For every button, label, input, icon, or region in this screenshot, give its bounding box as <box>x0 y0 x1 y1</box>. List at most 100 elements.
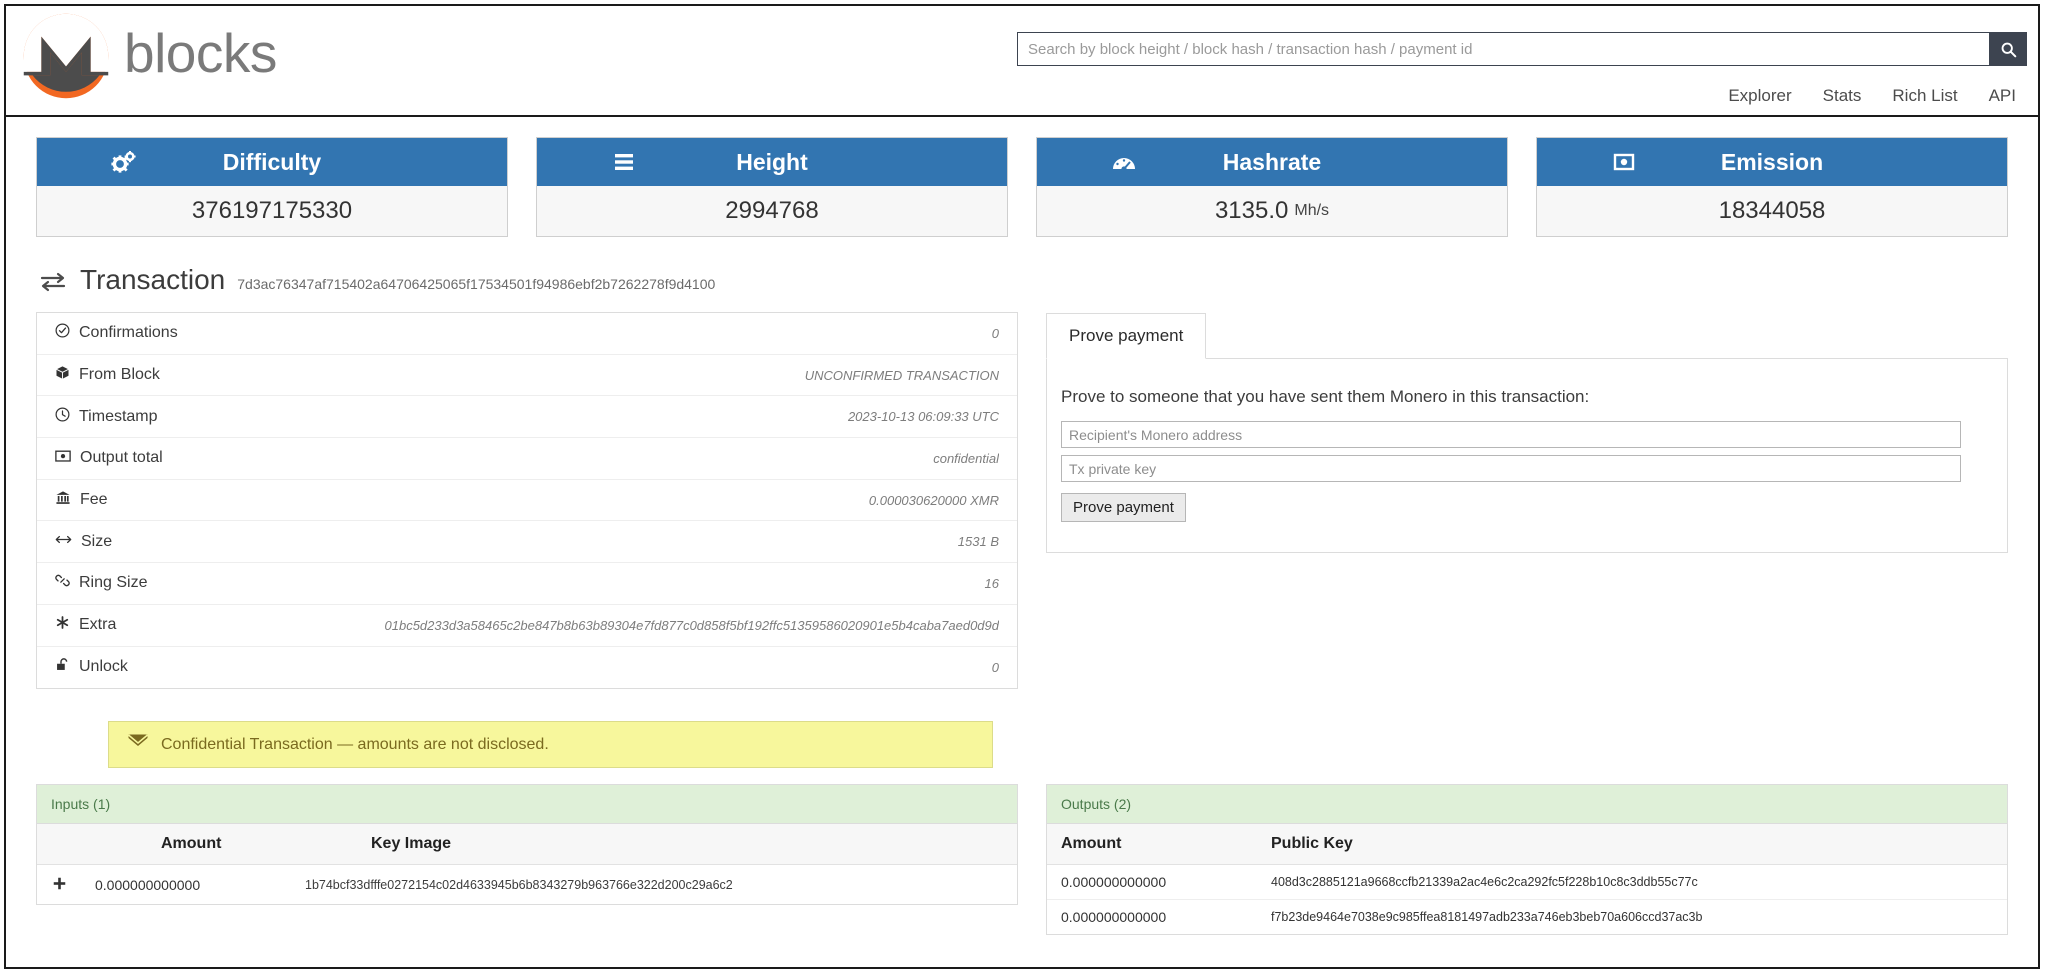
stat-body: 376197175330 <box>37 186 507 236</box>
detail-label: Ring Size <box>55 573 147 593</box>
stat-header: Emission <box>1537 138 2007 186</box>
stats-row: Difficulty 376197175330 Height <box>6 117 2038 237</box>
bank-icon <box>55 490 71 510</box>
monero-logo-icon <box>22 12 110 100</box>
tx-private-key-input[interactable] <box>1061 455 1961 482</box>
gears-icon <box>105 151 143 173</box>
stat-body: 18344058 <box>1537 186 2007 236</box>
detail-label: Timestamp <box>55 407 158 427</box>
stat-title: Height <box>643 149 901 176</box>
table-row[interactable]: 0.000000000000 f7b23de9464e7038e9c985ffe… <box>1047 900 2007 934</box>
detail-label-text: Ring Size <box>79 574 147 592</box>
detail-value: 0 <box>178 326 999 341</box>
recipient-address-input[interactable] <box>1061 421 1961 448</box>
transaction-hash: 7d3ac76347af715402a64706425065f17534501f… <box>237 276 715 292</box>
inputs-caption: Inputs (1) <box>37 785 1017 824</box>
stat-body: 3135.0 Mh/s <box>1037 186 1507 236</box>
inputs-column-key-image: Key Image <box>361 835 1017 853</box>
stat-body: 2994768 <box>537 186 1007 236</box>
page-frame: blocks Explorer Stats Rich List API <box>4 4 2040 969</box>
table-row[interactable]: 0.000000000000 1b74bcf33dfffe0272154c02d… <box>37 865 1017 904</box>
cube-icon <box>55 365 70 385</box>
stat-value: 2994768 <box>725 197 818 225</box>
detail-label-text: Extra <box>79 616 116 634</box>
plus-icon[interactable] <box>37 874 81 895</box>
prove-payment-button[interactable]: Prove payment <box>1061 493 1186 522</box>
detail-label: From Block <box>55 365 160 385</box>
detail-row-extra: Extra 01bc5d233d3a58465c2be847b8b63b8930… <box>37 605 1017 647</box>
nav-item-api[interactable]: API <box>1989 86 2016 106</box>
detail-value: 0 <box>128 660 999 675</box>
outputs-table: Outputs (2) Amount Public Key 0.00000000… <box>1046 784 2008 935</box>
detail-row-unlock: Unlock 0 <box>37 647 1017 689</box>
nav-item-stats[interactable]: Stats <box>1823 86 1862 106</box>
io-tables-row: Inputs (1) Amount Key Image 0.0000000000… <box>6 768 2038 935</box>
stat-card-difficulty: Difficulty 376197175330 <box>36 137 508 237</box>
detail-label-text: Unlock <box>79 658 128 676</box>
brand-logo-link[interactable]: blocks <box>22 12 277 100</box>
detail-row-confirmations: Confirmations 0 <box>37 313 1017 355</box>
envelope-icon <box>127 733 149 756</box>
clock-icon <box>55 407 70 427</box>
detail-label: Fee <box>55 490 108 510</box>
search-button[interactable] <box>1989 32 2027 66</box>
output-public-key: f7b23de9464e7038e9c985ffea8181497adb233a… <box>1261 910 2007 924</box>
input-amount: 0.000000000000 <box>81 877 295 893</box>
input-key-image: 1b74bcf33dfffe0272154c02d4633945b6b83432… <box>295 878 1017 892</box>
stat-card-hashrate: Hashrate 3135.0 Mh/s <box>1036 137 1508 237</box>
stat-header: Difficulty <box>37 138 507 186</box>
detail-label-text: Output total <box>80 449 163 467</box>
detail-label-text: From Block <box>79 366 160 384</box>
search-icon <box>2000 41 2017 58</box>
stat-value: 3135.0 <box>1215 197 1288 225</box>
detail-value: 1531 B <box>112 534 999 549</box>
prove-payment-panel: Prove to someone that you have sent them… <box>1046 359 2008 553</box>
stat-card-emission: Emission 18344058 <box>1536 137 2008 237</box>
stat-title: Hashrate <box>1143 149 1401 176</box>
nav-item-rich-list[interactable]: Rich List <box>1892 86 1957 106</box>
money-icon <box>1605 152 1643 172</box>
nav-item-explorer[interactable]: Explorer <box>1728 86 1791 106</box>
prove-payment-description: Prove to someone that you have sent them… <box>1061 387 1993 407</box>
stat-title: Emission <box>1643 149 1901 176</box>
stat-header: Height <box>537 138 1007 186</box>
detail-value: 0.000030620000 XMR <box>108 493 999 508</box>
search-input[interactable] <box>1017 32 1989 66</box>
main-nav: Explorer Stats Rich List API <box>1728 86 2016 106</box>
detail-value: UNCONFIRMED TRANSACTION <box>160 368 999 383</box>
main-content: Confirmations 0 From Block <box>6 312 2038 768</box>
tachometer-icon <box>1105 151 1143 173</box>
transaction-heading: Transaction 7d3ac76347af715402a647064250… <box>6 237 2038 312</box>
tab-prove-payment[interactable]: Prove payment <box>1046 313 1206 359</box>
asterisk-icon <box>55 615 70 635</box>
stat-value: 18344058 <box>1719 197 1826 225</box>
inputs-expand-header <box>37 835 81 853</box>
outputs-column: Outputs (2) Amount Public Key 0.00000000… <box>1046 784 2008 935</box>
detail-label: Confirmations <box>55 323 178 343</box>
detail-label: Output total <box>55 449 163 468</box>
outputs-caption: Outputs (2) <box>1047 785 2007 824</box>
prove-payment-column: Prove payment Prove to someone that you … <box>1046 312 2008 768</box>
unlock-icon <box>55 657 70 677</box>
detail-value: 2023-10-13 06:09:33 UTC <box>158 409 999 424</box>
detail-row-fee: Fee 0.000030620000 XMR <box>37 480 1017 522</box>
table-row[interactable]: 0.000000000000 408d3c2885121a9668ccfb213… <box>1047 865 2007 900</box>
alert-text: Confidential Transaction — amounts are n… <box>161 736 549 754</box>
bars-icon <box>605 152 643 172</box>
site-header: blocks Explorer Stats Rich List API <box>6 6 2038 117</box>
page-title: Transaction <box>80 264 225 296</box>
transaction-details-table: Confirmations 0 From Block <box>36 312 1018 689</box>
stat-title: Difficulty <box>143 149 401 176</box>
detail-row-timestamp: Timestamp 2023-10-13 06:09:33 UTC <box>37 396 1017 438</box>
outputs-header-row: Amount Public Key <box>1047 824 2007 865</box>
detail-row-ring-size: Ring Size 16 <box>37 563 1017 605</box>
check-circle-icon <box>55 323 70 343</box>
brand-name: blocks <box>124 26 277 87</box>
output-amount: 0.000000000000 <box>1047 874 1261 890</box>
detail-label-text: Fee <box>80 491 108 509</box>
detail-label-text: Size <box>81 533 112 551</box>
detail-label-text: Timestamp <box>79 408 158 426</box>
detail-row-size: Size 1531 B <box>37 521 1017 563</box>
detail-value: 16 <box>147 576 999 591</box>
inputs-column: Inputs (1) Amount Key Image 0.0000000000… <box>36 784 1018 935</box>
